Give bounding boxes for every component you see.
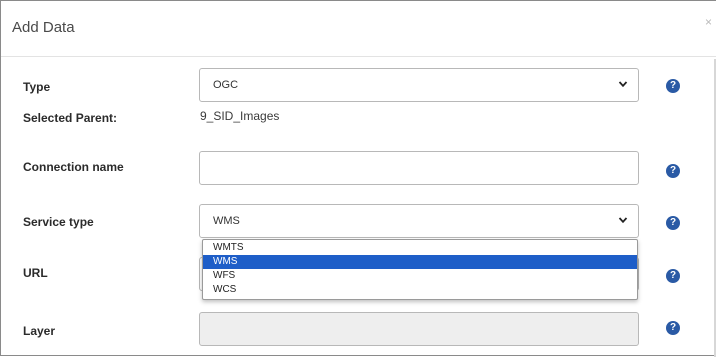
service-type-dropdown-list: WMTS WMS WFS WCS xyxy=(202,239,638,300)
service-type-option-wmts[interactable]: WMTS xyxy=(203,241,637,255)
type-select[interactable]: OGC xyxy=(199,68,639,102)
service-type-help-icon[interactable]: ? xyxy=(666,216,680,230)
service-type-option-wcs[interactable]: WCS xyxy=(203,283,637,297)
chevron-down-icon xyxy=(618,217,628,224)
service-type-select-value: WMS xyxy=(213,215,240,227)
connection-name-input[interactable] xyxy=(199,151,639,185)
service-type-option-wfs[interactable]: WFS xyxy=(203,269,637,283)
connection-name-label: Connection name xyxy=(23,160,124,174)
layer-input xyxy=(199,312,639,346)
selected-parent-value: 9_SID_Images xyxy=(200,109,280,123)
dialog-title: Add Data xyxy=(12,19,75,36)
url-label: URL xyxy=(23,266,48,280)
layer-label: Layer xyxy=(23,324,56,338)
type-select-value: OGC xyxy=(213,79,239,91)
service-type-label: Service type xyxy=(23,215,94,229)
selected-parent-label: Selected Parent: xyxy=(23,111,118,125)
type-help-icon[interactable]: ? xyxy=(666,79,680,93)
service-type-select[interactable]: WMS xyxy=(199,204,639,238)
connection-name-help-icon[interactable]: ? xyxy=(666,164,680,178)
layer-help-icon[interactable]: ? xyxy=(666,321,680,335)
url-help-icon[interactable]: ? xyxy=(666,269,680,283)
type-label: Type xyxy=(23,80,51,94)
chevron-down-icon xyxy=(618,81,628,88)
add-data-dialog: Add Data × Type OGC ? Selected Parent: 9… xyxy=(0,0,716,357)
close-icon[interactable]: × xyxy=(705,15,712,29)
service-type-option-wms[interactable]: WMS xyxy=(203,255,637,269)
dialog-header: Add Data × xyxy=(1,1,716,57)
